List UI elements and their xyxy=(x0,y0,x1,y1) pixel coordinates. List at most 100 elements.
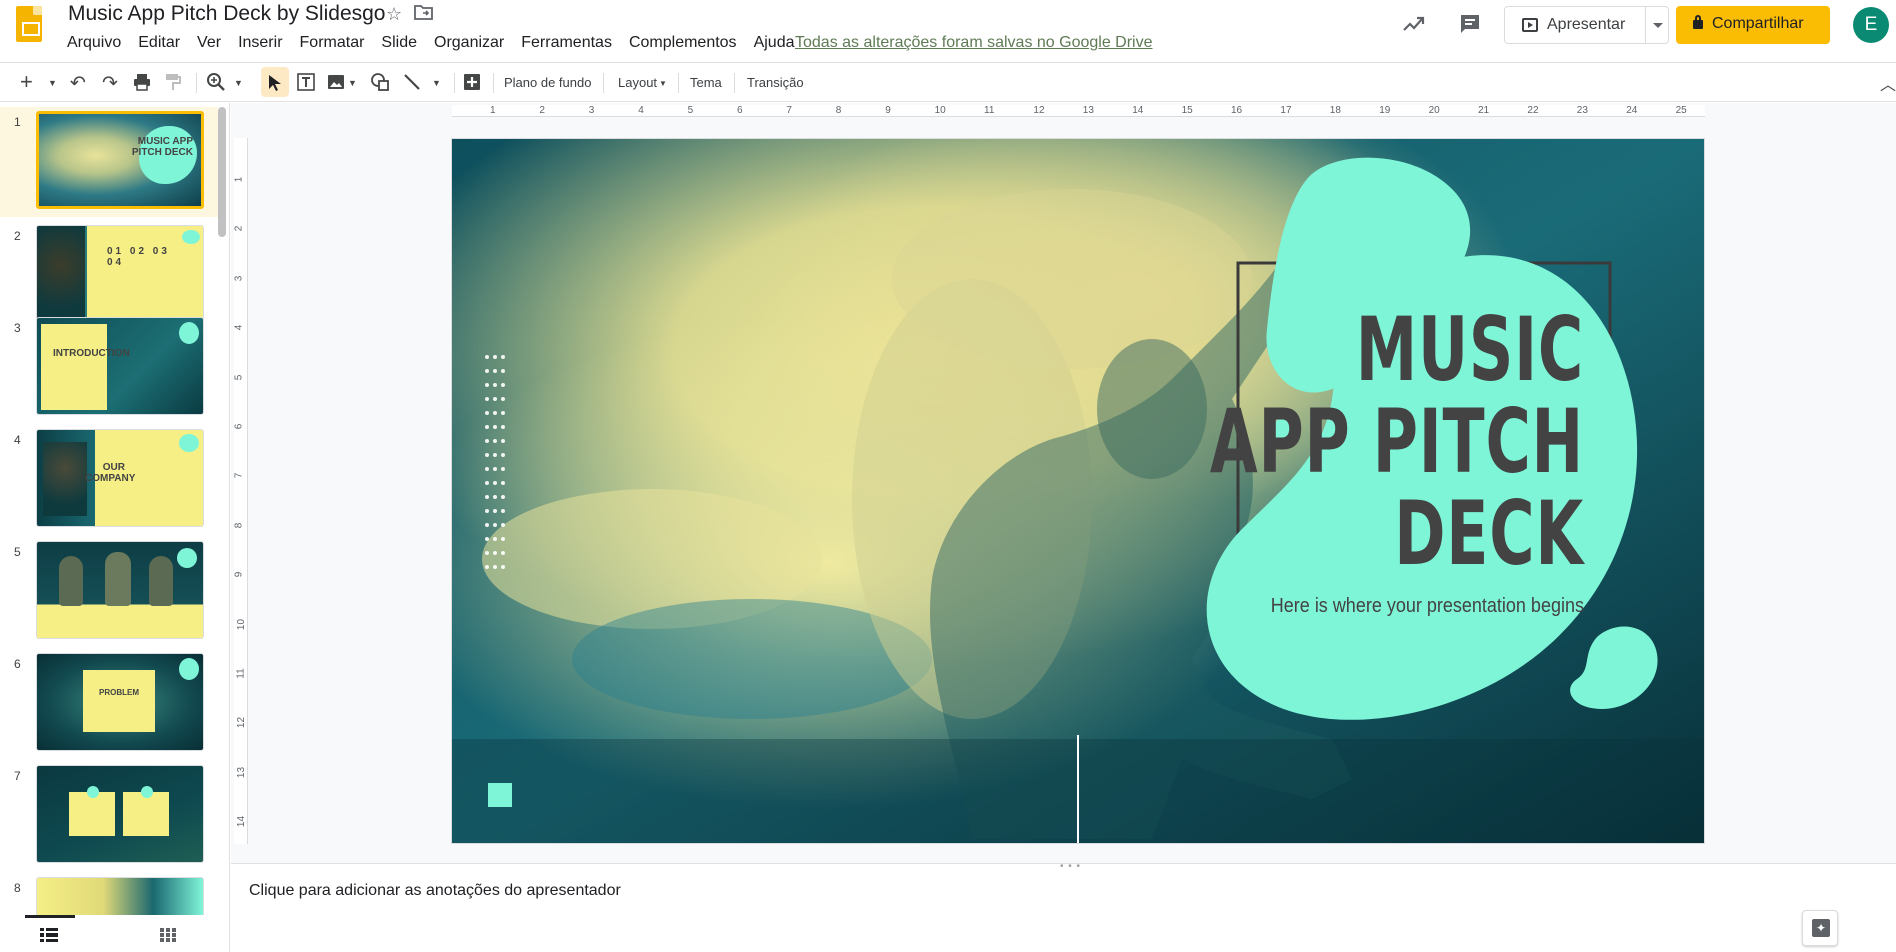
menu-ajuda[interactable]: Ajuda xyxy=(754,34,795,54)
slide-thumbnail-5[interactable]: 5 xyxy=(0,537,218,647)
new-slide-plus-icon[interactable]: + xyxy=(20,69,33,95)
present-label: Apresentar xyxy=(1547,16,1626,33)
background-button[interactable]: Plano de fundo xyxy=(504,75,591,90)
slide-thumbnail-1[interactable]: 1 MUSIC APP PITCH DECK xyxy=(0,107,218,217)
thumb-title: 01 02 03 04 xyxy=(107,246,170,268)
notes-resize-handle[interactable]: • • • xyxy=(1060,861,1081,872)
image-icon[interactable] xyxy=(326,72,346,98)
redo-icon[interactable]: ↷ xyxy=(102,72,118,95)
collapse-chevron-up-icon[interactable]: ︿ xyxy=(1880,71,1896,95)
slide-canvas[interactable]: MUSIC APP PITCH DECK Here is where your … xyxy=(451,138,1705,844)
menu-slide[interactable]: Slide xyxy=(381,34,417,54)
slide-thumbnail-4[interactable]: 4 OUR COMPANY xyxy=(0,425,218,535)
ruler-h-label: 15 xyxy=(1181,105,1193,116)
speaker-notes-panel[interactable] xyxy=(231,863,1896,952)
slide-thumbnail-3[interactable]: 3 INTRODUCTION xyxy=(0,313,218,423)
menu-inserir[interactable]: Inserir xyxy=(238,34,282,54)
transition-button[interactable]: Transição xyxy=(747,75,804,90)
slide-thumbnail-6[interactable]: 6 PROBLEM xyxy=(0,649,218,759)
insert-comment-icon[interactable] xyxy=(462,72,482,98)
document-title[interactable]: Music App Pitch Deck by Slidesgo xyxy=(68,2,385,26)
menu-bar: Arquivo Editar Ver Inserir Formatar Slid… xyxy=(67,34,811,54)
share-button[interactable]: Compartilhar xyxy=(1676,6,1830,44)
slide-number: 1 xyxy=(14,115,21,129)
slide-preview: MUSIC APP PITCH DECK xyxy=(36,111,204,209)
comments-icon[interactable] xyxy=(1458,12,1482,42)
slide-filmstrip: 1 MUSIC APP PITCH DECK 2 01 02 03 04 3 I… xyxy=(0,103,230,915)
slide-preview xyxy=(36,541,204,639)
ruler-h-label: 24 xyxy=(1626,105,1638,116)
activity-trend-icon[interactable] xyxy=(1402,12,1426,42)
ruler-h-label: 19 xyxy=(1379,105,1391,116)
slide-title-line: APP PITCH xyxy=(1209,390,1584,493)
zoom-chevron-down-icon[interactable]: ▼ xyxy=(234,78,243,88)
ruler-h-label: 18 xyxy=(1329,105,1341,116)
explore-button[interactable]: ✦ xyxy=(1802,910,1838,946)
present-options-chevron-down-icon[interactable] xyxy=(1653,23,1663,28)
slide-thumbnail-7[interactable]: 7 xyxy=(0,761,218,871)
ruler-h-label: 22 xyxy=(1527,105,1539,116)
menu-arquivo[interactable]: Arquivo xyxy=(67,34,121,54)
share-label: Compartilhar xyxy=(1712,15,1804,32)
menu-ferramentas[interactable]: Ferramentas xyxy=(521,34,612,54)
menu-editar[interactable]: Editar xyxy=(138,34,180,54)
slide-preview: INTRODUCTION xyxy=(36,317,204,415)
undo-icon[interactable]: ↶ xyxy=(70,72,86,95)
line-icon[interactable] xyxy=(402,72,422,98)
menu-organizar[interactable]: Organizar xyxy=(434,34,504,54)
slide-preview: OUR COMPANY xyxy=(36,429,204,527)
layout-button[interactable]: Layout xyxy=(618,75,657,90)
slide-title[interactable]: MUSIC APP PITCH DECK xyxy=(1116,304,1584,580)
menu-ver[interactable]: Ver xyxy=(197,34,221,54)
menu-formatar[interactable]: Formatar xyxy=(300,34,365,54)
ruler-v-label: 1 xyxy=(233,176,245,183)
filmstrip-view-icon[interactable] xyxy=(40,928,58,947)
horizontal-ruler[interactable]: 1 2 3 4 5 6 7 8 9 10 11 12 13 14 15 16 17 18 19 20 21 22 23 24 2… xyxy=(452,105,1705,117)
grid-view-icon[interactable] xyxy=(160,928,176,947)
slide-preview: 01 02 03 04 xyxy=(36,225,204,323)
slide-subtitle[interactable]: Here is where your presentation begins xyxy=(1271,595,1584,618)
ruler-h-label: 17 xyxy=(1280,105,1292,116)
slide-thumbnail-8[interactable]: 8 xyxy=(0,873,218,915)
user-avatar[interactable]: E xyxy=(1853,7,1889,43)
slide-number: 4 xyxy=(14,433,21,447)
save-status-link[interactable]: Todas as alterações foram salvas no Goog… xyxy=(795,34,1153,52)
layout-chevron-down-icon[interactable]: ▼ xyxy=(659,79,667,88)
ruler-v-label: 2 xyxy=(233,226,245,232)
thumb-title: PROBLEM xyxy=(99,688,139,697)
slide-number: 3 xyxy=(14,321,21,335)
ruler-h-label: 11 xyxy=(984,105,995,116)
ruler-h-label: 6 xyxy=(737,105,743,116)
explore-sparkle-icon: ✦ xyxy=(1812,919,1830,937)
slide-number: 7 xyxy=(14,769,21,783)
ruler-v-label: 8 xyxy=(233,522,245,529)
text-box-icon[interactable] xyxy=(296,72,316,98)
star-icon[interactable]: ☆ xyxy=(386,4,402,25)
ruler-h-label: 14 xyxy=(1132,105,1144,116)
shape-icon[interactable] xyxy=(370,72,390,98)
ruler-h-label: 3 xyxy=(588,105,595,116)
speaker-notes-placeholder[interactable]: Clique para adicionar as anotações do ap… xyxy=(249,882,621,900)
filmstrip-scrollbar[interactable] xyxy=(218,107,226,237)
select-tool-button[interactable] xyxy=(261,67,289,97)
paint-format-icon[interactable] xyxy=(164,72,182,98)
menu-complementos[interactable]: Complementos xyxy=(629,34,737,54)
present-button[interactable]: Apresentar xyxy=(1504,6,1669,44)
theme-button[interactable]: Tema xyxy=(690,75,722,90)
ruler-v-label: 7 xyxy=(233,473,245,479)
print-icon[interactable] xyxy=(132,72,152,98)
zoom-icon[interactable] xyxy=(206,72,226,98)
slide-preview xyxy=(36,765,204,863)
ruler-v-label: 3 xyxy=(233,275,245,282)
line-chevron-down-icon[interactable]: ▼ xyxy=(432,78,441,88)
ruler-h-label: 1 xyxy=(490,105,496,116)
new-slide-chevron-down-icon[interactable]: ▼ xyxy=(48,78,57,88)
ruler-v-label: 13 xyxy=(236,766,248,778)
move-to-folder-icon[interactable] xyxy=(414,3,434,26)
slides-logo-icon[interactable] xyxy=(16,6,42,42)
image-chevron-down-icon[interactable]: ▼ xyxy=(348,78,357,88)
ruler-h-label: 8 xyxy=(835,105,842,116)
thumb-title: INTRODUCTION xyxy=(53,348,130,359)
vertical-ruler[interactable]: 1 2 3 4 5 6 7 8 9 10 11 12 13 14 xyxy=(233,138,248,844)
ruler-h-label: 10 xyxy=(934,105,946,116)
